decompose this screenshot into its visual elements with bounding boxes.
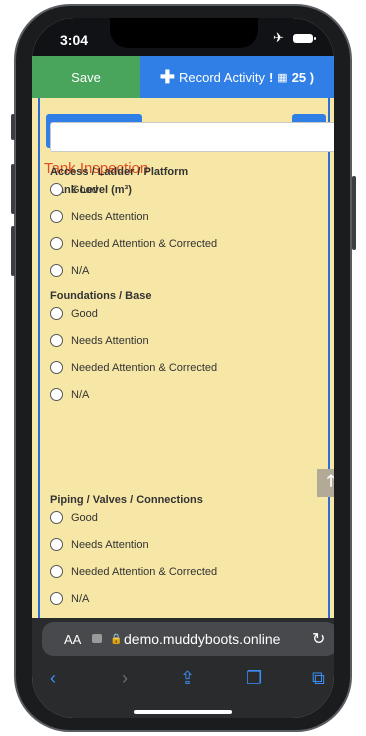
group-label-access: Access / Ladder / Platform <box>50 166 189 178</box>
browser-toolbar: ‹ › ⇪ ❐ ⧉ <box>32 666 334 696</box>
tank-level-input[interactable] <box>50 122 334 152</box>
screen: 3:04 ✈ Save ✚ Record Activity ! ▦ 25 ) <… <box>32 18 334 718</box>
radio-option[interactable]: N/A <box>50 388 89 401</box>
plus-icon: ✚ <box>159 67 175 87</box>
notch <box>110 18 258 48</box>
back-icon[interactable]: ‹ <box>50 668 56 689</box>
reader-aa-button[interactable]: AA <box>64 632 81 647</box>
volume-up-button <box>11 164 15 214</box>
record-activity-label: Record Activity <box>178 69 265 85</box>
radio-label: Good <box>71 307 98 320</box>
radio-circle <box>50 183 63 196</box>
radio-option[interactable]: N/A <box>50 592 89 605</box>
url-text: demo.muddyboots.online <box>124 631 281 647</box>
radio-circle <box>50 264 63 277</box>
radio-label: Needed Attention & Corrected <box>71 565 218 578</box>
exclamation-icon: ! <box>268 69 274 85</box>
radio-label: Needed Attention & Corrected <box>71 361 218 374</box>
radio-option[interactable]: Needed Attention & Corrected <box>50 237 217 250</box>
radio-option[interactable]: N/A <box>50 264 89 277</box>
scroll-top-button[interactable]: 🡑 <box>317 469 334 497</box>
calendar-icon: ▦ <box>277 71 288 84</box>
radio-label: N/A <box>71 592 90 605</box>
radio-circle <box>50 334 63 347</box>
radio-circle <box>50 388 63 401</box>
record-activity-button[interactable]: ✚ Record Activity ! ▦ 25 ) <box>140 56 334 98</box>
puzzle-icon <box>92 634 102 643</box>
radio-option[interactable]: Needs Attention <box>50 210 149 223</box>
home-indicator <box>134 710 232 714</box>
status-time: 3:04 <box>60 32 89 48</box>
app-top-bar: Save ✚ Record Activity ! ▦ 25 ) <box>32 56 334 98</box>
browser-bar: AA 🔒 demo.muddyboots.online ↻ ‹ › ⇪ ❐ ⧉ <box>32 618 334 718</box>
reload-icon[interactable]: ↻ <box>312 629 325 649</box>
radio-label: N/A <box>71 388 90 401</box>
forward-icon[interactable]: › <box>122 668 128 689</box>
battery-icon <box>293 34 316 43</box>
radio-circle <box>50 538 63 551</box>
radio-option[interactable]: Needed Attention & Corrected <box>50 361 217 374</box>
radio-option[interactable]: Good <box>50 511 98 524</box>
share-icon[interactable]: ⇪ <box>180 668 195 689</box>
status-bar: 3:04 ✈ <box>32 18 334 56</box>
radio-option[interactable]: Needs Attention <box>50 538 149 551</box>
radio-option[interactable]: Needs Attention <box>50 334 149 347</box>
tabs-icon[interactable]: ⧉ <box>312 668 325 689</box>
airplane-icon: ✈ <box>273 30 284 45</box>
lock-icon: 🔒 <box>110 634 123 645</box>
group-label-piping: Piping / Valves / Connections <box>50 494 203 506</box>
radio-label: N/A <box>71 264 90 277</box>
radio-label: Needs Attention <box>71 210 149 223</box>
radio-option[interactable]: Good <box>50 183 98 196</box>
radio-circle <box>50 565 63 578</box>
group-label-foundations: Foundations / Base <box>50 290 152 302</box>
radio-circle <box>50 237 63 250</box>
radio-circle <box>50 592 63 605</box>
mute-switch <box>11 114 15 140</box>
radio-option[interactable]: Good <box>50 307 98 320</box>
power-button <box>352 176 356 250</box>
radio-option[interactable]: Needed Attention & Corrected <box>50 565 217 578</box>
radio-circle <box>50 210 63 223</box>
radio-circle <box>50 361 63 374</box>
radio-label: Needs Attention <box>71 538 149 551</box>
bookmarks-icon[interactable]: ❐ <box>246 668 262 689</box>
radio-label: Good <box>71 511 98 524</box>
radio-circle <box>50 511 63 524</box>
radio-label: Needs Attention <box>71 334 149 347</box>
record-count: 25 ) <box>291 69 315 85</box>
radio-label: Needed Attention & Corrected <box>71 237 218 250</box>
radio-circle <box>50 307 63 320</box>
save-button[interactable]: Save <box>32 56 140 98</box>
arrow-up-icon: 🡑 <box>326 472 334 490</box>
volume-down-button <box>11 226 15 276</box>
address-bar[interactable]: AA 🔒 demo.muddyboots.online ↻ <box>42 622 334 656</box>
save-label: Save <box>71 69 101 85</box>
radio-label: Good <box>71 183 98 196</box>
